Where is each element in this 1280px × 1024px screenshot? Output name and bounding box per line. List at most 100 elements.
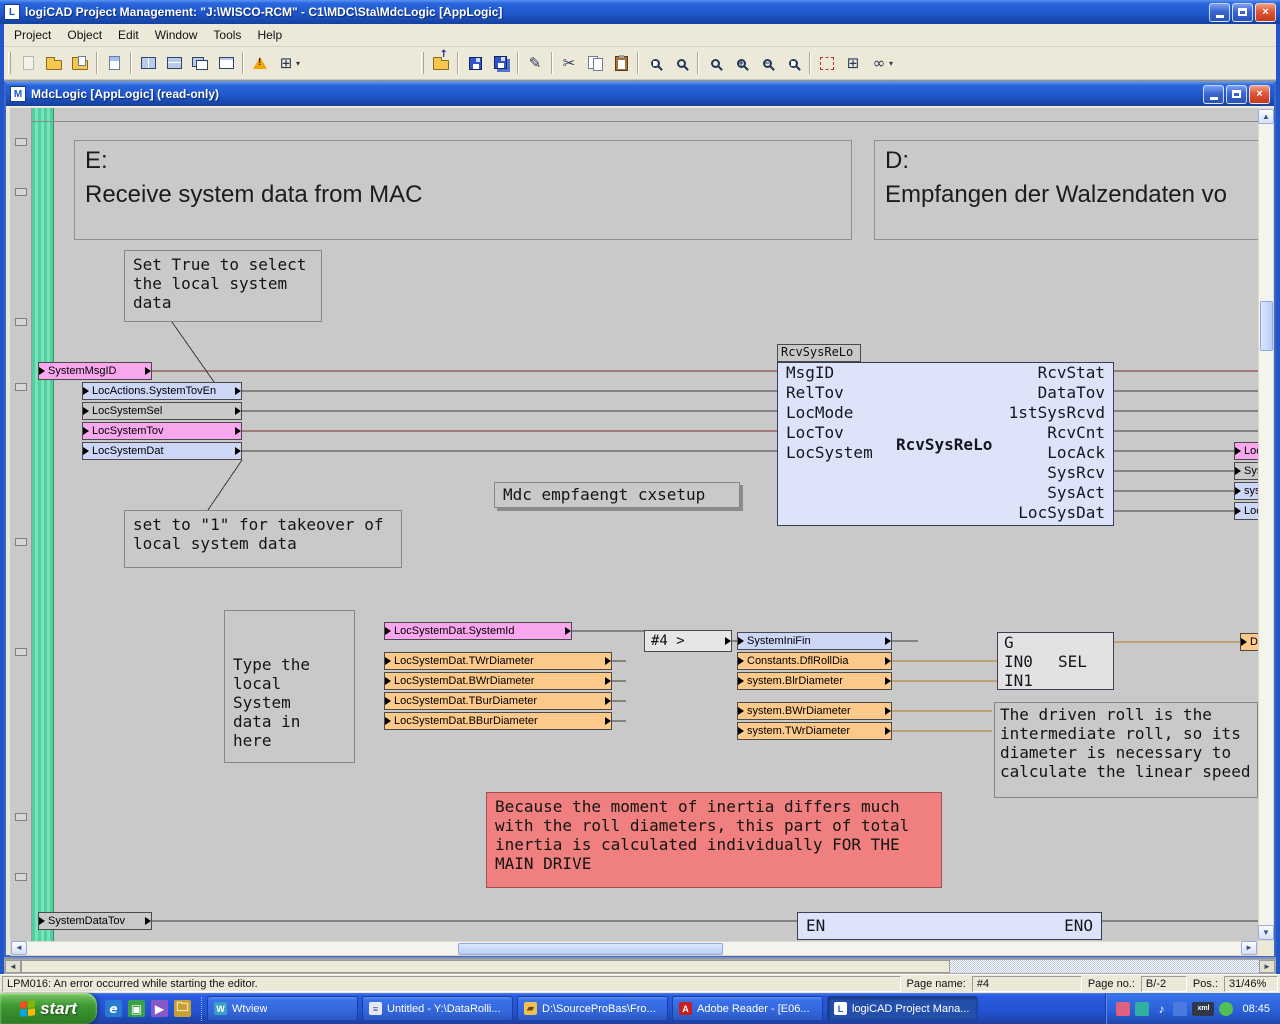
task-untitled-notepad[interactable]: ≡ Untitled - Y:\DataRolli... [362, 996, 513, 1021]
label-system-blr-diameter[interactable]: system.BlrDiameter [737, 672, 892, 690]
taskbar-clock: 08:45 [1242, 1003, 1270, 1015]
message-list-button[interactable] [247, 51, 273, 76]
horizontal-scroll-thumb[interactable] [458, 943, 723, 955]
scroll-left-button[interactable]: ◄ [11, 941, 27, 955]
en-eno-block[interactable]: EN ENO [797, 912, 1102, 940]
label-system-bwr-diameter[interactable]: system.BWrDiameter [737, 702, 892, 720]
label-right-edge-3[interactable]: syst [1234, 482, 1258, 500]
save-button[interactable] [462, 51, 488, 76]
label-right-edge-5[interactable]: Dv [1240, 633, 1258, 651]
page-connector-compare[interactable]: #4 > [644, 630, 732, 652]
menu-object[interactable]: Object [59, 25, 110, 45]
main-scroll-thumb[interactable] [21, 960, 950, 973]
start-button[interactable]: start [0, 993, 97, 1024]
cut-button[interactable]: ✂ [556, 51, 582, 76]
close-button[interactable]: × [1255, 3, 1276, 22]
rcv-function-block[interactable]: MsgID RelTov LocMode LocTov LocSystem Rc… [777, 362, 1114, 526]
paste-button[interactable] [608, 51, 634, 76]
block-output: SysRcv [1047, 464, 1105, 482]
vertical-scroll-thumb[interactable] [1260, 301, 1273, 351]
toolbar-grip[interactable] [421, 52, 424, 74]
save-all-button[interactable] [488, 51, 514, 76]
minimize-button[interactable] [1209, 3, 1230, 22]
child-titlebar: M MdcLogic [AppLogic] (read-only) × [6, 82, 1274, 106]
child-close-button[interactable]: × [1249, 85, 1270, 104]
label-system-msg-id[interactable]: SystemMsgID [38, 362, 152, 380]
select-frame-button[interactable] [814, 51, 840, 76]
menu-edit[interactable]: Edit [110, 25, 147, 45]
open-object-button[interactable] [67, 51, 93, 76]
tile-horizontal-button[interactable] [161, 51, 187, 76]
zoom-in-button[interactable] [728, 51, 754, 76]
task-source-folder[interactable]: ▰ D:\SourceProBas\Fro... [517, 996, 668, 1021]
sel-function-block[interactable]: G IN0 SEL IN1 [997, 632, 1114, 690]
main-horizontal-scrollbar[interactable]: ◄ ► [4, 959, 1276, 974]
media-player-icon[interactable]: ▶ [151, 1000, 168, 1017]
page-grid-button[interactable]: ⊞ [273, 51, 299, 76]
scroll-up-button[interactable]: ▲ [1258, 109, 1274, 124]
zoom-page-button[interactable] [780, 51, 806, 76]
task-logicad[interactable]: L logiCAD Project Mana... [827, 996, 978, 1021]
find-button[interactable] [642, 51, 668, 76]
find-object-button[interactable] [668, 51, 694, 76]
label-system-twr-diameter[interactable]: system.TWrDiameter [737, 722, 892, 740]
label-twr-diameter[interactable]: LocSystemDat.TWrDiameter [384, 652, 612, 670]
task-adobe-reader[interactable]: A Adobe Reader - [E06... [672, 996, 823, 1021]
menu-tools[interactable]: Tools [205, 25, 249, 45]
label-loc-system-tov[interactable]: LocSystemTov [82, 422, 242, 440]
label-tbur-diameter[interactable]: LocSystemDat.TBurDiameter [384, 692, 612, 710]
label-system-ini-fin[interactable]: SystemIniFin [737, 632, 892, 650]
logic-canvas[interactable]: E: Receive system data from MAC D: Empfa… [10, 108, 1258, 941]
scroll-right-button[interactable]: ► [1241, 941, 1257, 955]
canvas-vertical-scrollbar[interactable]: ▲ ▼ [1258, 108, 1274, 941]
object-properties-button[interactable] [101, 51, 127, 76]
label-loc-actions-system-tov-en[interactable]: LocActions.SystemTovEn [82, 382, 242, 400]
label-system-id[interactable]: LocSystemDat.SystemId [384, 622, 572, 640]
menu-help[interactable]: Help [249, 25, 290, 45]
show-desktop-icon[interactable]: ▣ [128, 1000, 145, 1017]
cascade-windows-button[interactable] [187, 51, 213, 76]
up-level-button[interactable] [428, 51, 454, 76]
block-output: RcvStat [1038, 364, 1105, 382]
label-loc-system-dat[interactable]: LocSystemDat [82, 442, 242, 460]
label-system-data-tov[interactable]: SystemDataTov [38, 912, 152, 930]
connector-button[interactable]: ∞ [866, 51, 892, 76]
tray-icon-1[interactable] [1116, 1002, 1130, 1016]
copy-button[interactable] [582, 51, 608, 76]
zoom-out-button[interactable] [754, 51, 780, 76]
signature-button[interactable]: ✎ [522, 51, 548, 76]
label-right-edge-2[interactable]: Sys [1234, 462, 1258, 480]
scroll-down-button[interactable]: ▼ [1258, 925, 1274, 940]
volume-icon[interactable]: ♪ [1154, 1002, 1168, 1016]
label-loc-system-sel[interactable]: LocSystemSel [82, 402, 242, 420]
label-constants-dfl-roll-dia[interactable]: Constants.DflRollDia [737, 652, 892, 670]
tile-vertical-button[interactable] [135, 51, 161, 76]
toolbar-grip[interactable] [8, 52, 11, 74]
new-document-button[interactable] [15, 51, 41, 76]
menu-window[interactable]: Window [147, 25, 206, 45]
label-bwr-diameter[interactable]: LocSystemDat.BWrDiameter [384, 672, 612, 690]
tray-icon-2[interactable] [1135, 1002, 1149, 1016]
block-name: SEL [1058, 653, 1087, 671]
main-scroll-right-button[interactable]: ► [1259, 960, 1275, 973]
internet-explorer-icon[interactable]: e [105, 1000, 122, 1017]
task-wtview[interactable]: W Wtview [207, 996, 358, 1021]
tray-icon-4[interactable] [1219, 1002, 1233, 1016]
explorer-icon[interactable]: 🗀 [174, 1000, 191, 1017]
label-right-edge-4[interactable]: Loc [1234, 502, 1258, 520]
canvas-horizontal-scrollbar[interactable]: ◄ ► [10, 941, 1258, 956]
xml-tray-icon[interactable]: xml [1192, 1002, 1214, 1016]
window-list-button[interactable] [213, 51, 239, 76]
main-scroll-left-button[interactable]: ◄ [5, 960, 21, 973]
open-project-button[interactable] [41, 51, 67, 76]
maximize-button[interactable] [1232, 3, 1253, 22]
label-bbur-diameter[interactable]: LocSystemDat.BBurDiameter [384, 712, 612, 730]
show-grid-button[interactable]: ⊞ [840, 51, 866, 76]
rcv-block-tab[interactable]: RcvSysReLo [777, 344, 861, 362]
child-minimize-button[interactable] [1203, 85, 1224, 104]
menu-project[interactable]: Project [6, 25, 59, 45]
child-restore-button[interactable] [1226, 85, 1247, 104]
label-right-edge-1[interactable]: Loc [1234, 442, 1258, 460]
zoom-100-button[interactable] [702, 51, 728, 76]
tray-icon-3[interactable] [1173, 1002, 1187, 1016]
